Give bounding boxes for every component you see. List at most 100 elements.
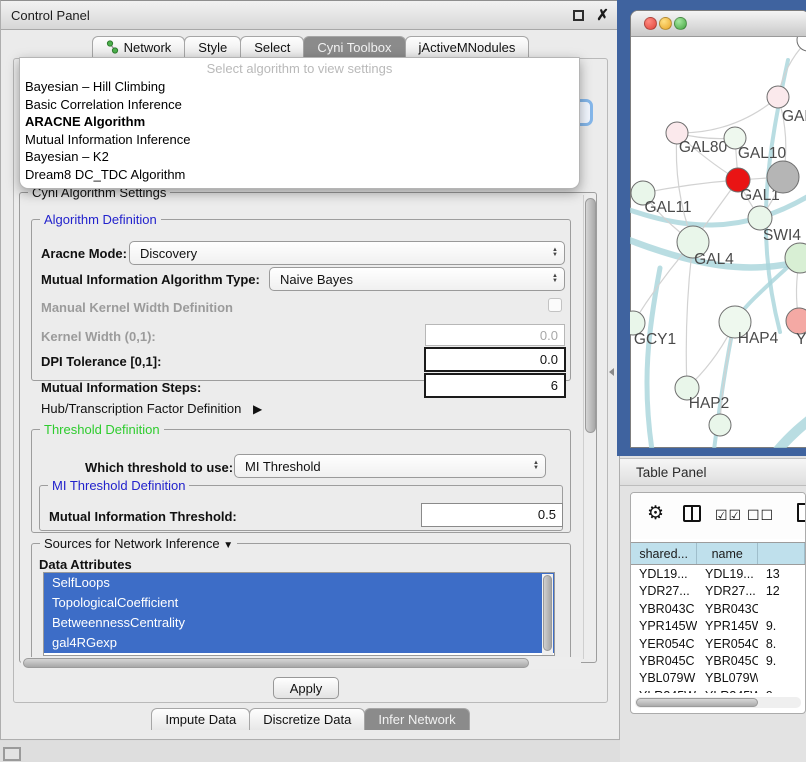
table-panel: ⚙ ☑☑ ☐☐ shared...name YDL19...YDL19...13… — [630, 492, 806, 714]
algorithm-option-mutual-information-inference[interactable]: Mutual Information Inference — [20, 131, 579, 149]
tab-cyni-toolbox[interactable]: Cyni Toolbox — [303, 36, 405, 58]
network-node[interactable] — [797, 37, 806, 51]
manual-kernel-width-checkbox[interactable] — [548, 298, 562, 312]
algorithm-dropdown-popup: Select algorithm to view settings Bayesi… — [19, 57, 580, 189]
tab-label: Impute Data — [165, 712, 236, 727]
scrollbar-thumb[interactable] — [23, 658, 529, 668]
table-row[interactable]: YLR345WYLR345W9. — [631, 687, 805, 693]
sources-group-title[interactable]: Sources for Network Inference ▼ — [40, 536, 237, 551]
aracne-mode-select[interactable]: Discovery ▲▼ — [129, 241, 565, 265]
scrollbar-thumb[interactable] — [543, 575, 552, 651]
table-row[interactable]: YBL079WYBL079W — [631, 669, 805, 686]
select-all-checkboxes-icon[interactable]: ☑☑ — [715, 507, 742, 524]
kernel-width-input[interactable]: 0.0 — [425, 324, 565, 346]
close-icon[interactable]: ✗ — [596, 10, 609, 21]
zoom-traffic-light-icon[interactable] — [674, 17, 687, 30]
split-columns-icon[interactable] — [683, 505, 701, 522]
table-cell: YBR045C — [631, 652, 697, 669]
table-cell: 8. — [758, 635, 805, 652]
tab-label: Cyni Toolbox — [317, 40, 391, 55]
combo-arrows-icon: ▲▼ — [552, 248, 558, 258]
table-cell: YDR27... — [631, 582, 697, 599]
node-label: GAL10 — [738, 145, 787, 162]
app-root: Control Panel ✗ NetworkStyleSelect Cyni T… — [0, 0, 806, 762]
minimize-traffic-light-icon[interactable] — [659, 17, 672, 30]
tab-network[interactable]: Network — [92, 36, 186, 58]
table-cell: YDR27... — [697, 582, 758, 599]
algorithm-dropdown-items: Bayesian – Hill ClimbingBasic Correlatio… — [20, 78, 579, 183]
node-label: GCY1 — [634, 331, 676, 348]
collapsed-panel-icon[interactable] — [3, 747, 21, 761]
document-icon[interactable] — [797, 503, 806, 522]
algorithm-option-dream8-dc-tdc-algorithm[interactable]: Dream8 DC_TDC Algorithm — [20, 166, 579, 184]
settings-horizontal-scrollbar[interactable] — [21, 657, 581, 669]
collapse-down-icon[interactable]: ▼ — [223, 540, 233, 551]
node-label: GAL11 — [644, 199, 691, 216]
table-body: YDL19...YDL19...13YDR27...YDR27...12YBR0… — [631, 565, 805, 693]
close-traffic-light-icon[interactable] — [644, 17, 657, 30]
table-row[interactable]: YER054CYER054C8. — [631, 635, 805, 652]
network-node[interactable] — [767, 161, 799, 193]
tab-label: jActiveMNodules — [419, 40, 516, 55]
attribute-item-topologicalcoefficient[interactable]: TopologicalCoefficient — [44, 593, 554, 613]
apply-button[interactable]: Apply — [273, 677, 339, 699]
tab-discretize-data[interactable]: Discretize Data — [249, 708, 365, 730]
network-canvas[interactable]: GALGAL80GAL10GAL1GAL11SWI4GAL4GCY1HAP4YH… — [630, 37, 806, 448]
column-header-extra[interactable] — [758, 543, 805, 564]
dpi-tolerance-label: DPI Tolerance [0,1]: — [41, 354, 161, 369]
algorithm-option-aracne-algorithm[interactable]: ARACNE Algorithm — [20, 113, 579, 131]
network-window-titlebar[interactable] — [631, 11, 806, 37]
tab-select[interactable]: Select — [240, 36, 304, 58]
table-cell — [758, 669, 805, 686]
mi-steps-label: Mutual Information Steps: — [41, 380, 201, 395]
mi-steps-input[interactable]: 6 — [424, 373, 566, 398]
control-panel-title: Control Panel — [11, 8, 90, 23]
network-edge — [686, 242, 693, 388]
threshold-definition-title: Threshold Definition — [40, 422, 164, 437]
table-row[interactable]: YDL19...YDL19...13 — [631, 565, 805, 582]
table-cell: 9. — [758, 652, 805, 669]
network-edge — [643, 180, 738, 193]
mi-algorithm-type-select[interactable]: Naive Bayes ▲▼ — [269, 267, 565, 291]
tab-label: Discretize Data — [263, 712, 351, 727]
table-cell: 9. — [758, 687, 805, 693]
gear-icon[interactable]: ⚙ — [647, 502, 664, 525]
algorithm-option-bayesian-hill-climbing[interactable]: Bayesian – Hill Climbing — [20, 78, 579, 96]
float-window-icon[interactable] — [573, 10, 584, 21]
table-cell: YBL079W — [697, 669, 758, 686]
which-threshold-select[interactable]: MI Threshold ▲▼ — [234, 454, 546, 478]
attribute-item-gal4rgexp[interactable]: gal4RGexp — [44, 633, 554, 653]
node-label: HAP2 — [689, 395, 730, 412]
network-node-gal[interactable] — [767, 86, 789, 108]
mi-threshold-input[interactable]: 0.5 — [421, 503, 563, 527]
table-row[interactable]: YBR045CYBR045C9. — [631, 652, 805, 669]
list-scrollbar[interactable] — [542, 574, 553, 656]
attribute-item-selfloops[interactable]: SelfLoops — [44, 573, 554, 593]
network-node[interactable] — [709, 414, 731, 436]
scrollbar-thumb[interactable] — [585, 198, 596, 433]
data-attributes-list[interactable]: SelfLoopsTopologicalCoefficientBetweenne… — [43, 572, 555, 656]
table-cell: YDL19... — [697, 565, 758, 582]
splitter-collapse-icon[interactable] — [609, 368, 614, 376]
algorithm-option-basic-correlation-inference[interactable]: Basic Correlation Inference — [20, 96, 579, 114]
hub-definition-label[interactable]: Hub/Transcription Factor Definition ▶ — [41, 401, 262, 416]
table-row[interactable]: YDR27...YDR27...12 — [631, 582, 805, 599]
node-label: GAL80 — [679, 139, 728, 156]
dpi-tolerance-input[interactable]: 0.0 — [424, 347, 566, 372]
tab-infer-network[interactable]: Infer Network — [364, 708, 469, 730]
column-header-shared[interactable]: shared... — [631, 543, 697, 564]
table-row[interactable]: YPR145WYPR145W9. — [631, 617, 805, 634]
table-horizontal-scrollbar[interactable] — [635, 697, 801, 708]
node-label: HAP4 — [738, 330, 779, 347]
expand-right-icon[interactable]: ▶ — [253, 402, 262, 416]
settings-vertical-scrollbar[interactable] — [583, 195, 596, 659]
tab-impute-data[interactable]: Impute Data — [151, 708, 250, 730]
attribute-item-betweennesscentrality[interactable]: BetweennessCentrality — [44, 613, 554, 633]
scrollbar-thumb[interactable] — [636, 698, 758, 707]
deselect-all-checkboxes-icon[interactable]: ☐☐ — [747, 507, 774, 524]
tab-style[interactable]: Style — [184, 36, 241, 58]
algorithm-option-bayesian-k2[interactable]: Bayesian – K2 — [20, 148, 579, 166]
tab-jactivemnodules[interactable]: jActiveMNodules — [405, 36, 530, 58]
table-row[interactable]: YBR043CYBR043C — [631, 600, 805, 617]
column-header-name[interactable]: name — [697, 543, 758, 564]
